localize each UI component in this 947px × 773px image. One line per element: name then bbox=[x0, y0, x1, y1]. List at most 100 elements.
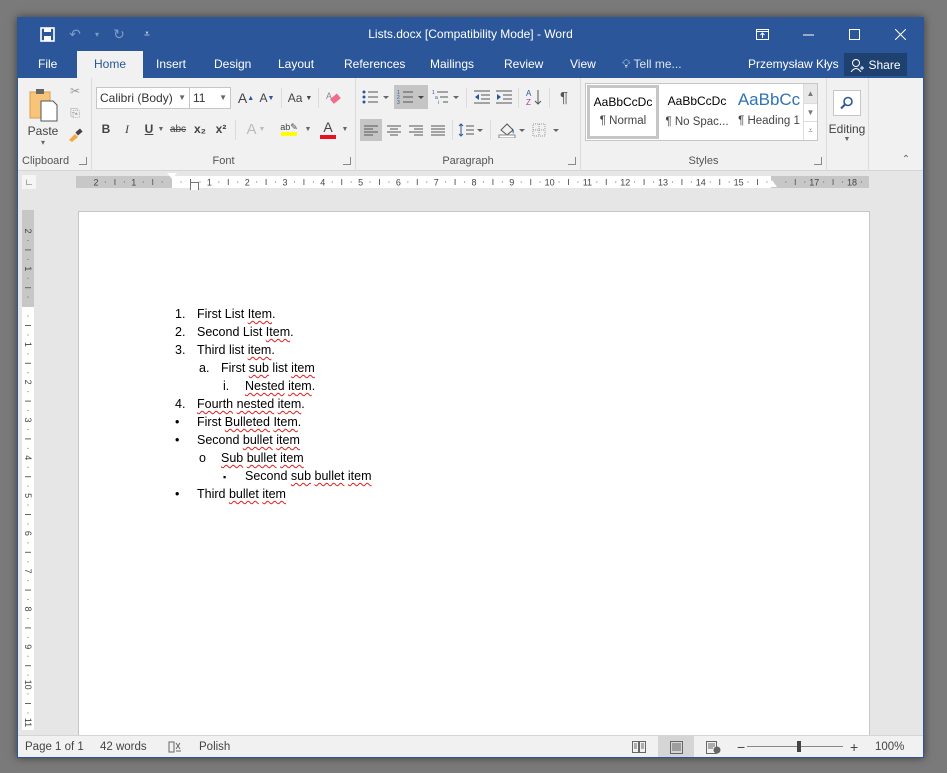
increase-indent-icon[interactable] bbox=[494, 86, 514, 108]
style-normal[interactable]: AaBbCcDc ¶ Normal bbox=[587, 85, 659, 139]
font-color-dropdown-icon[interactable]: ▼ bbox=[341, 119, 349, 139]
vertical-ruler[interactable]: 2 1 1 2 3 4 5 6 7 8 9 10 11 bbox=[22, 210, 34, 730]
tab-home[interactable]: Home bbox=[77, 51, 144, 78]
change-case-button[interactable]: Aa ▼ bbox=[285, 88, 315, 108]
underline-dropdown-icon[interactable]: ▼ bbox=[156, 119, 166, 139]
zoom-in-button[interactable]: + bbox=[850, 736, 858, 757]
styles-gallery-scroll[interactable]: ▲ ▼ ⩡ bbox=[803, 84, 817, 140]
gallery-scroll-down-icon[interactable]: ▼ bbox=[804, 103, 817, 121]
multilevel-list-button[interactable]: 1ai bbox=[430, 86, 462, 108]
list-item[interactable]: Second bullet item bbox=[197, 433, 300, 447]
tab-file[interactable]: File bbox=[34, 51, 61, 78]
share-button[interactable]: Share bbox=[844, 53, 907, 76]
font-color-button[interactable]: A bbox=[315, 117, 341, 141]
word-count[interactable]: 42 words bbox=[100, 736, 147, 757]
style-no-spacing[interactable]: AaBbCcDc ¶ No Spac... bbox=[661, 85, 733, 139]
list-item[interactable]: Nested item. bbox=[245, 379, 315, 393]
highlight-dropdown-icon[interactable]: ▼ bbox=[304, 119, 312, 139]
tell-me-box[interactable]: 💡︎ Tell me... bbox=[622, 51, 682, 78]
tab-design[interactable]: Design bbox=[210, 51, 255, 78]
tab-layout[interactable]: Layout bbox=[274, 51, 318, 78]
paragraph-dialog-launcher[interactable] bbox=[568, 157, 576, 165]
tab-mailings[interactable]: Mailings bbox=[426, 51, 478, 78]
superscript-button[interactable]: x² bbox=[212, 119, 230, 139]
cut-icon[interactable]: ✂ bbox=[66, 82, 84, 100]
borders-button[interactable] bbox=[530, 119, 562, 141]
font-dialog-launcher[interactable] bbox=[343, 157, 351, 165]
list-item[interactable]: Fourth nested item. bbox=[197, 397, 305, 411]
list-item[interactable]: Second List Item. bbox=[197, 325, 294, 339]
undo-icon[interactable]: ↶ bbox=[66, 25, 84, 43]
list-item[interactable]: First sub list item bbox=[221, 361, 315, 375]
show-formatting-marks-icon[interactable]: ¶ bbox=[554, 86, 574, 108]
list-item[interactable]: First Bulleted Item. bbox=[197, 415, 301, 429]
tab-review[interactable]: Review bbox=[500, 51, 547, 78]
font-size-combo[interactable]: 11 ▼ bbox=[189, 87, 231, 109]
strikethrough-button[interactable]: abc bbox=[168, 119, 188, 139]
minimize-icon[interactable] bbox=[785, 18, 831, 51]
customize-qat-icon[interactable]: ⩡ bbox=[138, 25, 156, 43]
zoom-slider-track[interactable] bbox=[747, 746, 843, 747]
page-count[interactable]: Page 1 of 1 bbox=[25, 736, 84, 757]
clipboard-dialog-launcher[interactable] bbox=[79, 157, 87, 165]
print-layout-icon[interactable] bbox=[658, 736, 694, 757]
line-spacing-button[interactable] bbox=[456, 119, 486, 141]
user-name[interactable]: Przemysław Kłys bbox=[748, 51, 839, 78]
bold-button[interactable]: B bbox=[98, 119, 114, 139]
copy-icon[interactable]: ⎘ bbox=[66, 104, 84, 122]
ribbon-display-options-icon[interactable] bbox=[739, 18, 785, 51]
align-left-icon[interactable] bbox=[360, 119, 382, 141]
spelling-error: Item bbox=[273, 415, 298, 429]
tab-selector[interactable]: ∟ bbox=[22, 175, 36, 189]
undo-dropdown-icon[interactable]: ▾ bbox=[94, 25, 100, 43]
zoom-level[interactable]: 100% bbox=[875, 736, 904, 757]
tab-references[interactable]: References bbox=[340, 51, 409, 78]
tab-view[interactable]: View bbox=[566, 51, 600, 78]
web-layout-icon[interactable] bbox=[695, 736, 731, 757]
numbering-button[interactable]: 123 bbox=[394, 85, 428, 109]
document-page[interactable]: 1. First List Item. 2. Second List Item. 3. T… bbox=[78, 211, 870, 737]
align-right-icon[interactable] bbox=[405, 119, 427, 141]
subscript-button[interactable]: x₂ bbox=[191, 119, 209, 139]
tab-insert[interactable]: Insert bbox=[152, 51, 190, 78]
format-painter-icon[interactable] bbox=[66, 126, 84, 144]
clear-formatting-icon[interactable]: A bbox=[323, 88, 343, 108]
font-name-combo[interactable]: Calibri (Body) ▼ bbox=[96, 87, 190, 109]
highlight-color-button[interactable]: ab✎ bbox=[274, 117, 304, 141]
gallery-scroll-up-icon[interactable]: ▲ bbox=[804, 84, 817, 103]
first-line-indent-marker[interactable] bbox=[167, 173, 177, 179]
paste-button[interactable]: Paste ▾ bbox=[24, 82, 62, 152]
read-mode-icon[interactable] bbox=[621, 736, 657, 757]
justify-icon[interactable] bbox=[427, 119, 449, 141]
styles-dialog-launcher[interactable] bbox=[814, 157, 822, 165]
sort-icon[interactable]: AZ bbox=[523, 86, 545, 108]
horizontal-ruler[interactable]: 2 1 1 2 3 4 5 6 7 8 9 10 11 12 13 14 15 17 18 bbox=[76, 173, 869, 194]
redo-icon[interactable]: ↻ bbox=[110, 25, 128, 43]
language[interactable]: Polish bbox=[199, 736, 230, 757]
list-item[interactable]: Third bullet item bbox=[197, 487, 286, 501]
shading-button[interactable] bbox=[496, 119, 528, 141]
underline-button[interactable]: U bbox=[141, 119, 157, 139]
shrink-font-icon[interactable]: A ▼ bbox=[258, 88, 276, 108]
collapse-ribbon-icon[interactable]: ⌃ bbox=[898, 152, 914, 166]
list-item[interactable]: Second sub bullet item bbox=[245, 469, 372, 483]
gallery-more-icon[interactable]: ⩡ bbox=[804, 121, 817, 139]
right-indent-marker[interactable] bbox=[767, 180, 777, 187]
editing-button[interactable]: Editing ▼ bbox=[829, 82, 865, 150]
zoom-out-button[interactable]: − bbox=[737, 736, 745, 757]
list-item[interactable]: Sub bullet item bbox=[221, 451, 304, 465]
maximize-icon[interactable] bbox=[831, 18, 877, 51]
style-heading-1[interactable]: AaBbCc ¶ Heading 1 bbox=[733, 85, 805, 139]
list-item[interactable]: First List Item. bbox=[197, 307, 276, 321]
decrease-indent-icon[interactable] bbox=[472, 86, 492, 108]
list-item[interactable]: Third list item. bbox=[197, 343, 275, 357]
text-effects-icon[interactable]: A ▼ bbox=[242, 119, 270, 139]
proofing-icon[interactable] bbox=[168, 736, 182, 757]
italic-button[interactable]: I bbox=[119, 119, 135, 139]
zoom-slider-thumb[interactable] bbox=[797, 741, 801, 752]
grow-font-icon[interactable]: A ▲ bbox=[237, 88, 255, 108]
bullets-button[interactable] bbox=[360, 86, 392, 108]
save-icon[interactable] bbox=[38, 25, 56, 43]
close-icon[interactable] bbox=[877, 18, 923, 51]
align-center-icon[interactable] bbox=[383, 119, 405, 141]
